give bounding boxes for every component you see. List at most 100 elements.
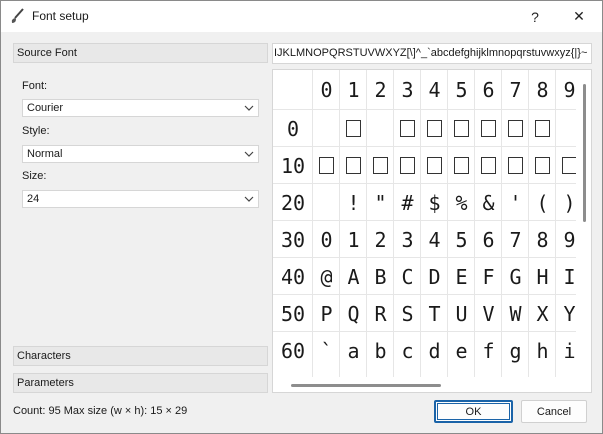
- glyph-cell[interactable]: G: [502, 258, 529, 295]
- row-header: 20: [280, 190, 306, 215]
- glyph-cell[interactable]: A: [340, 258, 367, 295]
- missing-glyph-cell[interactable]: [475, 147, 502, 184]
- glyph-cell[interactable]: S: [394, 295, 421, 332]
- glyph-cell[interactable]: 7: [502, 221, 529, 258]
- size-select[interactable]: 24: [22, 190, 259, 208]
- glyph-cell[interactable]: `: [313, 332, 340, 369]
- glyph-cell[interactable]: [313, 110, 340, 147]
- missing-glyph-cell[interactable]: [502, 147, 529, 184]
- glyph-cell[interactable]: 3: [394, 221, 421, 258]
- missing-glyph-cell[interactable]: [313, 147, 340, 184]
- missing-glyph-cell[interactable]: [394, 110, 421, 147]
- glyph-cell[interactable]: a: [340, 332, 367, 369]
- section-characters[interactable]: Characters: [13, 346, 268, 366]
- glyph-cell[interactable]: [367, 110, 394, 147]
- close-button[interactable]: ✕: [557, 1, 601, 32]
- glyph-cell[interactable]: C: [394, 258, 421, 295]
- missing-glyph-cell[interactable]: [529, 110, 556, 147]
- column-header: 6: [482, 78, 495, 102]
- missing-glyph-cell[interactable]: [529, 147, 556, 184]
- character-grid[interactable]: 0 1 2 3 4 5 6 7 8 9 0 10 20! " # $% & '() 30 0 1 2 3 4 5 6 7 8 9 40 @ A…: [272, 69, 592, 393]
- column-header: 0: [320, 78, 333, 102]
- missing-glyph-cell[interactable]: [448, 147, 475, 184]
- missing-glyph-cell[interactable]: [502, 110, 529, 147]
- horizontal-scrollbar[interactable]: [273, 377, 576, 392]
- column-header: 4: [428, 78, 441, 102]
- glyph-cell[interactable]: #: [394, 184, 421, 221]
- scroll-thumb[interactable]: [291, 384, 441, 387]
- glyph-cell[interactable]: E: [448, 258, 475, 295]
- column-header: 2: [374, 78, 387, 102]
- glyph-cell[interactable]: B: [367, 258, 394, 295]
- row-header: 30: [280, 227, 306, 252]
- glyph-cell[interactable]: (: [529, 184, 556, 221]
- missing-glyph-cell[interactable]: [448, 110, 475, 147]
- glyph-cell[interactable]: 8: [529, 221, 556, 258]
- glyph-cell[interactable]: b: [367, 332, 394, 369]
- column-header: 7: [509, 78, 522, 102]
- font-setup-dialog: Font setup ? ✕ Source Font Font: Courier…: [0, 0, 603, 434]
- font-value: Courier: [27, 102, 64, 114]
- glyph-cell[interactable]: d: [421, 332, 448, 369]
- glyph-cell[interactable]: 2: [367, 221, 394, 258]
- size-label: Size:: [22, 170, 47, 182]
- missing-glyph-cell[interactable]: [421, 110, 448, 147]
- glyph-cell[interactable]: U: [448, 295, 475, 332]
- grid-corner: [273, 70, 312, 110]
- glyph-cell[interactable]: X: [529, 295, 556, 332]
- glyph-cell[interactable]: V: [475, 295, 502, 332]
- glyph-cell[interactable]: 6: [475, 221, 502, 258]
- column-header: 5: [455, 78, 468, 102]
- help-button[interactable]: ?: [513, 1, 557, 32]
- glyph-cell[interactable]: !: [340, 184, 367, 221]
- glyph-cell[interactable]: 0: [313, 221, 340, 258]
- glyph-cell[interactable]: c: [394, 332, 421, 369]
- row-header: 50: [280, 301, 306, 326]
- glyph-cell[interactable]: f: [475, 332, 502, 369]
- glyph-cell[interactable]: [313, 184, 340, 221]
- missing-glyph-cell[interactable]: [421, 147, 448, 184]
- glyph-cell[interactable]: R: [367, 295, 394, 332]
- glyph-cell[interactable]: g: [502, 332, 529, 369]
- missing-glyph-cell[interactable]: [394, 147, 421, 184]
- missing-glyph-cell[interactable]: [340, 147, 367, 184]
- glyph-cell[interactable]: F: [475, 258, 502, 295]
- glyph-cell[interactable]: h: [529, 332, 556, 369]
- glyph-cell[interactable]: e: [448, 332, 475, 369]
- chevron-down-icon: [244, 105, 254, 111]
- glyph-cell[interactable]: Q: [340, 295, 367, 332]
- characters-input[interactable]: IJKLMNOPQRSTUVWXYZ[\]^_`abcdefghijklmnop…: [272, 43, 592, 64]
- missing-glyph-cell[interactable]: [475, 110, 502, 147]
- column-header: 8: [536, 78, 549, 102]
- glyph-cell[interactable]: P: [313, 295, 340, 332]
- glyph-cell[interactable]: ": [367, 184, 394, 221]
- title-bar: Font setup ? ✕: [1, 1, 602, 32]
- vertical-scrollbar[interactable]: [576, 70, 591, 380]
- cancel-button[interactable]: Cancel: [521, 400, 587, 423]
- glyph-cell[interactable]: 1: [340, 221, 367, 258]
- missing-glyph-cell[interactable]: [340, 110, 367, 147]
- row-header: 40: [280, 264, 306, 289]
- style-label: Style:: [22, 125, 50, 137]
- glyph-cell[interactable]: T: [421, 295, 448, 332]
- row-header: 10: [280, 153, 306, 178]
- glyph-cell[interactable]: %: [448, 184, 475, 221]
- glyph-cell[interactable]: W: [502, 295, 529, 332]
- section-parameters[interactable]: Parameters: [13, 373, 268, 393]
- glyph-cell[interactable]: D: [421, 258, 448, 295]
- glyph-cell[interactable]: 5: [448, 221, 475, 258]
- glyph-cell[interactable]: $: [421, 184, 448, 221]
- glyph-cell[interactable]: ': [502, 184, 529, 221]
- font-select[interactable]: Courier: [22, 99, 259, 117]
- style-select[interactable]: Normal: [22, 145, 259, 163]
- scroll-thumb[interactable]: [583, 84, 586, 222]
- style-value: Normal: [27, 148, 63, 160]
- glyph-cell[interactable]: &: [475, 184, 502, 221]
- row-header: 0: [286, 116, 300, 141]
- glyph-cell[interactable]: 4: [421, 221, 448, 258]
- section-source-font[interactable]: Source Font: [13, 43, 268, 63]
- missing-glyph-cell[interactable]: [367, 147, 394, 184]
- ok-button[interactable]: OK: [434, 400, 513, 423]
- glyph-cell[interactable]: @: [313, 258, 340, 295]
- glyph-cell[interactable]: H: [529, 258, 556, 295]
